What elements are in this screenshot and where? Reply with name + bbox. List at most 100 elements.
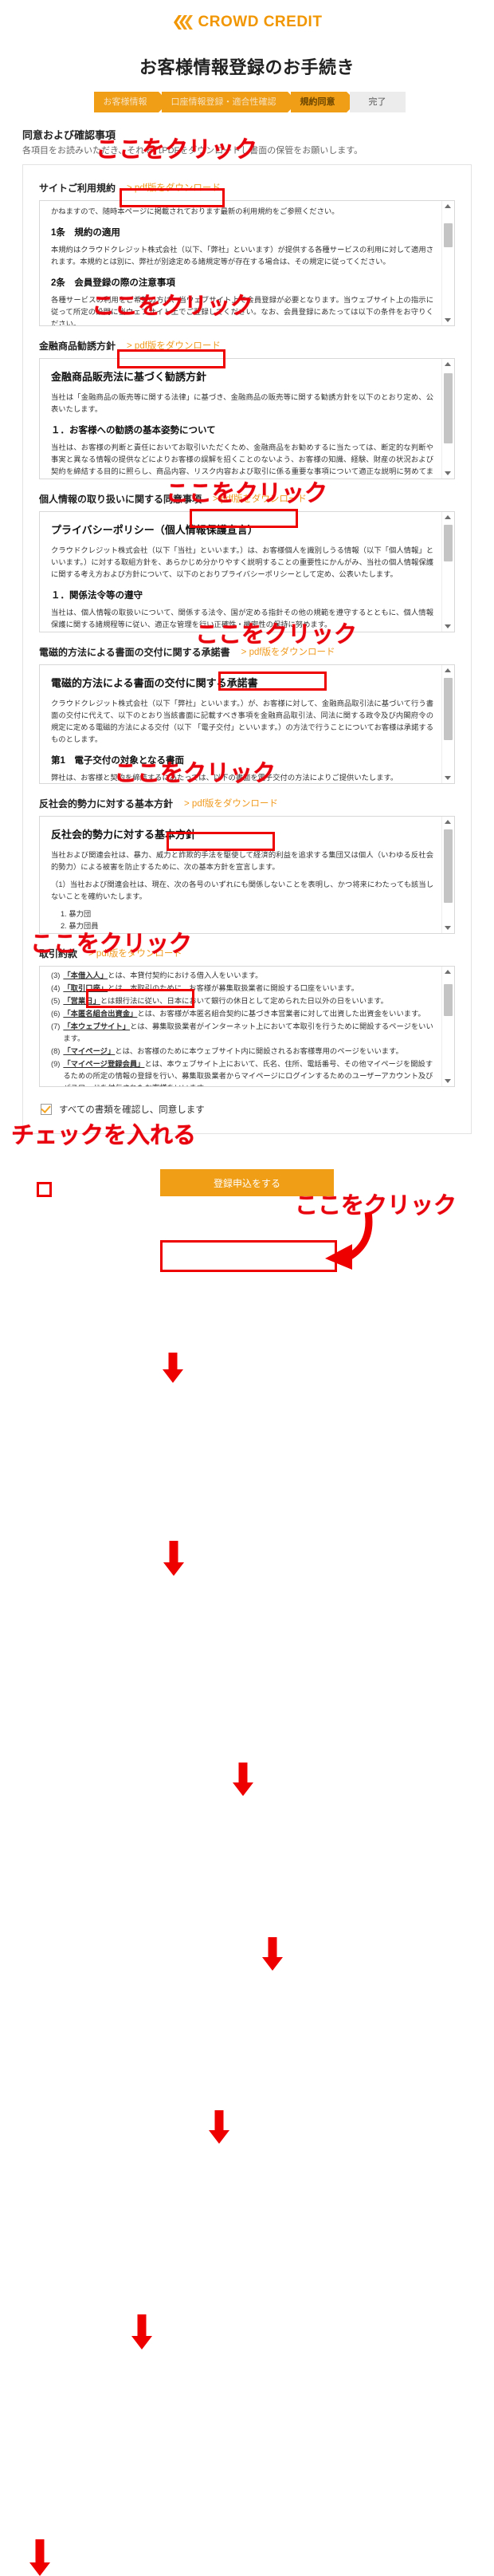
doc-text: 本規約はクラウドクレジット株式会社（以下、「弊社」といいます）が提供する各種サー… [51, 246, 433, 266]
scrollbar-thumb[interactable] [444, 984, 453, 1016]
pdf-download-link-privacy-policy[interactable]: > pdf版をダウンロード [210, 490, 310, 506]
document-label: 反社会的勢力に対する基本方針 [39, 798, 174, 809]
pdf-download-link-site-terms[interactable]: > pdf版をダウンロード [124, 179, 224, 195]
doc-text: 弊社は、お客様と契約を締結するにあたっては、以下の書面を電子交付の方法によりご提… [51, 774, 398, 782]
scroll-down-arrow-icon[interactable] [445, 926, 451, 930]
annotation-arrow-5 [207, 2110, 231, 2144]
site-header: CROWD CREDIT [0, 0, 494, 44]
document-header: サイトご利用規約 > pdf版をダウンロード [39, 179, 455, 195]
submit-registration-button[interactable]: 登録申込をする [160, 1169, 334, 1196]
step-customer-info: お客様情報 [93, 92, 169, 112]
scroll-up-arrow-icon[interactable] [445, 668, 451, 672]
scrollbar[interactable] [441, 817, 454, 933]
document-label: 電磁的方法による書面の交付に関する承諾書 [39, 646, 230, 658]
document-block-electronic-delivery: 電磁的方法による書面の交付に関する承諾書 > pdf版をダウンロード 電磁的方法… [39, 644, 455, 784]
terms-number: (3) [51, 971, 61, 979]
document-header: 電磁的方法による書面の交付に関する承諾書 > pdf版をダウンロード [39, 644, 455, 660]
progress-steps: お客様情報 口座情報登録・適合性確認 規約同意 完了 [0, 92, 494, 112]
step-label: 口座情報登録・適合性確認 [171, 97, 276, 107]
scroll-up-arrow-icon[interactable] [445, 204, 451, 208]
agree-checkbox-row[interactable]: すべての書類を確認し、同意します [41, 1103, 455, 1116]
pdf-download-link-antisocial-policy[interactable]: > pdf版をダウンロード [181, 795, 281, 811]
terms-keyword: 「営業日」 [63, 997, 100, 1006]
crowd-credit-logo[interactable]: CROWD CREDIT [172, 14, 323, 31]
doc-title: 反社会的勢力に対する基本方針 [51, 829, 197, 841]
pdf-download-link-electronic-delivery[interactable]: > pdf版をダウンロード [238, 644, 339, 660]
terms-text: 「本匿名組合出資金」とは、お客様が本匿名組合契約に基づき本営業者に対して出資した… [63, 1008, 433, 1020]
terms-keyword: 「マイページ登録会員」 [63, 1060, 145, 1069]
terms-keyword: 「本借入人」 [63, 971, 108, 979]
doc-text: 当社は、個人情報の取扱いについて、関係する法令、国が定める指針その他の規範を遵守… [51, 609, 433, 629]
document-block-transaction-terms: 取引約款 > pdf版をダウンロード (3) 「本借入人」とは、本貸付契約におけ… [39, 945, 455, 1087]
terms-row: (7) 「本ウェブサイト」とは、募集取扱業者がインターネット上において本取引を行… [51, 1021, 433, 1045]
annotation-box-submit [160, 1240, 337, 1272]
page-title: お客様情報登録のお手続き [139, 57, 355, 77]
terms-number: (8) [51, 1047, 61, 1056]
doc-text: クラウドクレジット株式会社（以下「弊社」といいます。）が、お客様に対して、金融商… [51, 699, 433, 744]
scrollbar-thumb[interactable] [444, 678, 453, 740]
scroll-up-arrow-icon[interactable] [445, 820, 451, 824]
doc-text: 当社は「金融商品の販売等に関する法律」に基づき、金融商品の販売等に関する勧誘方針… [51, 393, 433, 414]
terms-text: 「マイページ」とは、お客様のために本ウェブサイト内に開設されるお客様専用のページ… [63, 1046, 433, 1058]
document-scroll-pane[interactable]: 電磁的方法による書面の交付に関する承諾書 クラウドクレジット株式会社（以下「弊社… [39, 664, 455, 784]
scroll-down-arrow-icon[interactable] [445, 624, 451, 628]
pdf-download-link-transaction-terms[interactable]: > pdf版をダウンロード [85, 945, 186, 961]
scroll-up-arrow-icon[interactable] [445, 362, 451, 366]
doc-title: プライバシーポリシー（個人情報保護宣言） [51, 524, 258, 536]
step-label: お客様情報 [103, 97, 147, 107]
submit-area: 登録申込をする [0, 1169, 494, 1196]
scroll-down-arrow-icon[interactable] [445, 318, 451, 322]
document-scroll-pane[interactable]: 金融商品販売法に基づく勧誘方針 当社は「金融商品の販売等に関する法律」に基づき、… [39, 358, 455, 479]
terms-body: とは銀行法に従い、日本において銀行の休日として定められた日以外の日をいいます。 [100, 997, 388, 1006]
scroll-down-arrow-icon[interactable] [445, 776, 451, 780]
document-block-privacy-policy: 個人情報の取り扱いに関する同意事項 > pdf版をダウンロード プライバシーポリ… [39, 490, 455, 632]
scrollbar-thumb[interactable] [444, 829, 453, 903]
scrollbar[interactable] [441, 512, 454, 632]
scroll-down-arrow-icon[interactable] [445, 471, 451, 475]
logo-text: CROWD CREDIT [198, 13, 323, 30]
doc-text: 各種サービスの利用をご希望の方は、当ウェブサイト上で会員登録が必要となります。当… [51, 296, 433, 326]
terms-number: (5) [51, 997, 61, 1006]
scroll-down-arrow-icon[interactable] [445, 1079, 451, 1083]
terms-row: (8) 「マイページ」とは、お客様のために本ウェブサイト内に開設されるお客様専用… [51, 1046, 433, 1058]
annotation-arrow-7 [28, 2539, 52, 2576]
pdf-download-link-solicitation-policy[interactable]: > pdf版をダウンロード [124, 337, 224, 353]
document-block-solicitation-policy: 金融商品勧誘方針 > pdf版をダウンロード 金融商品販売法に基づく勧誘方針 当… [39, 337, 455, 479]
annotation-arrow-1 [161, 1353, 185, 1383]
scrollbar-thumb[interactable] [444, 525, 453, 561]
terms-number: (9) [51, 1060, 61, 1069]
document-scroll-pane[interactable]: かねますので、随時本ページに掲載されております最新の利用規約をご参照ください。 … [39, 200, 455, 326]
scroll-up-arrow-icon[interactable] [445, 970, 451, 974]
terms-number: (7) [51, 1022, 61, 1031]
document-scroll-pane[interactable]: (3) 「本借入人」とは、本貸付契約における借入人をいいます。 (4) 「取引口… [39, 966, 455, 1087]
terms-row: (4) 「取引口座」とは、本取引のために、お客様が募集取扱業者に開設する口座をい… [51, 983, 433, 995]
scrollbar[interactable] [441, 201, 454, 325]
scrollbar[interactable] [441, 359, 454, 479]
agreement-card: サイトご利用規約 > pdf版をダウンロード かねますので、随時本ページに掲載さ… [22, 164, 472, 1134]
scrollbar-thumb[interactable] [444, 223, 453, 247]
scrollbar-thumb[interactable] [444, 373, 453, 443]
document-label: サイトご利用規約 [39, 182, 116, 194]
document-block-antisocial-policy: 反社会的勢力に対する基本方針 > pdf版をダウンロード 反社会的勢力に対する基… [39, 795, 455, 934]
annotation-curved-arrow [319, 1209, 398, 1285]
scrollbar[interactable] [441, 665, 454, 783]
terms-body: とは、本貸付契約における借入人をいいます。 [108, 971, 263, 979]
terms-keyword: 「取引口座」 [63, 984, 108, 993]
checkmark-icon [41, 1103, 51, 1113]
scroll-up-arrow-icon[interactable] [445, 515, 451, 519]
document-header: 個人情報の取り扱いに関する同意事項 > pdf版をダウンロード [39, 490, 455, 506]
step-label: 完了 [368, 97, 386, 107]
document-scroll-pane[interactable]: プライバシーポリシー（個人情報保護宣言） クラウドクレジット株式会社（以下「当社… [39, 511, 455, 632]
document-label: 取引約款 [39, 947, 78, 959]
step-complete: 完了 [349, 92, 406, 112]
annotation-arrow-6 [130, 2314, 154, 2350]
terms-text: 「本借入人」とは、本貸付契約における借入人をいいます。 [63, 970, 433, 982]
doc-title: 電磁的方法による書面の交付に関する承諾書 [51, 677, 258, 689]
section-description: 各項目をお読みいただき、それぞれPDFをダウンロードし書面の保管をお願いします。 [22, 146, 363, 156]
doc-subheading: １．関係法令等の遵守 [51, 591, 143, 601]
doc-list-item: 1. 暴力団 [61, 910, 92, 919]
scrollbar[interactable] [441, 967, 454, 1086]
terms-text: 「営業日」とは銀行法に従い、日本において銀行の休日として定められた日以外の日をい… [63, 995, 433, 1007]
document-scroll-pane[interactable]: 反社会的勢力に対する基本方針 当社および関連会社は、暴力、威力と詐欺的手法を駆使… [39, 816, 455, 934]
agree-checkbox[interactable] [41, 1103, 52, 1115]
